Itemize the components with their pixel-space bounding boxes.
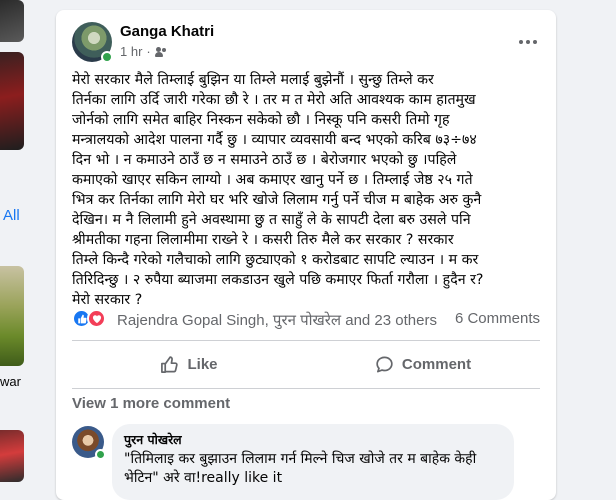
comment-button[interactable]: Comment	[306, 346, 540, 382]
sidebar-partial-name: war	[0, 374, 21, 389]
comment-text: "तिमिलाइ कर बुझाउन लिलाम गर्न मिल्ने चिज…	[124, 451, 477, 486]
post-card: Ganga Khatri 1 hr · मेरो सरकार मैले तिम्…	[56, 10, 556, 500]
story-thumbnail[interactable]	[0, 52, 24, 150]
post-time[interactable]: 1 hr	[120, 44, 142, 59]
divider	[72, 388, 540, 389]
comment-label: Comment	[401, 355, 472, 373]
like-icon	[161, 355, 179, 373]
suggestion-thumbnail[interactable]	[0, 266, 24, 366]
commenter-avatar[interactable]	[72, 426, 106, 460]
view-more-comments-link[interactable]: View 1 more comment	[72, 395, 230, 412]
left-sidebar-strip: All war	[0, 0, 26, 500]
comment-bubble: पुरन पोखरेल "तिमिलाइ कर बुझाउन लिलाम गर्…	[112, 424, 514, 500]
reaction-icons[interactable]	[72, 309, 110, 329]
commenter-name[interactable]: पुरन पोखरेल	[124, 432, 502, 448]
dot-icon	[526, 40, 530, 44]
dot-icon	[533, 40, 537, 44]
author-name[interactable]: Ganga Khatri	[120, 23, 214, 40]
see-all-link[interactable]: All	[3, 207, 20, 224]
reactions-bar: Rajendra Gopal Singh, पुरन पोखरेल and 23…	[72, 308, 540, 330]
more-options-button[interactable]	[512, 26, 544, 58]
comment-icon	[376, 356, 393, 372]
like-button[interactable]: Like	[72, 346, 306, 382]
dot-icon	[519, 40, 523, 44]
reactor-names[interactable]: Rajendra Gopal Singh, पुरन पोखरेल and 23…	[117, 310, 437, 330]
story-thumbnail[interactable]	[0, 0, 24, 42]
comment-item: पुरन पोखरेल "तिमिलाइ कर बुझाउन लिलाम गर्…	[72, 424, 540, 500]
friends-icon[interactable]	[154, 46, 167, 58]
author-avatar[interactable]	[72, 22, 113, 63]
post-meta: 1 hr ·	[120, 44, 167, 59]
love-reaction-icon	[87, 309, 106, 328]
divider	[72, 340, 540, 341]
suggestion-thumbnail[interactable]	[0, 430, 24, 482]
online-status-icon	[101, 51, 113, 63]
post-text: मेरो सरकार मैले तिम्लाई बुझिन या तिम्ले …	[72, 72, 484, 308]
post-actions: Like Comment	[72, 346, 540, 382]
online-status-icon	[95, 449, 106, 460]
comments-count[interactable]: 6 Comments	[455, 310, 540, 327]
like-label: Like	[187, 355, 218, 373]
post-header: Ganga Khatri 1 hr ·	[72, 22, 540, 64]
